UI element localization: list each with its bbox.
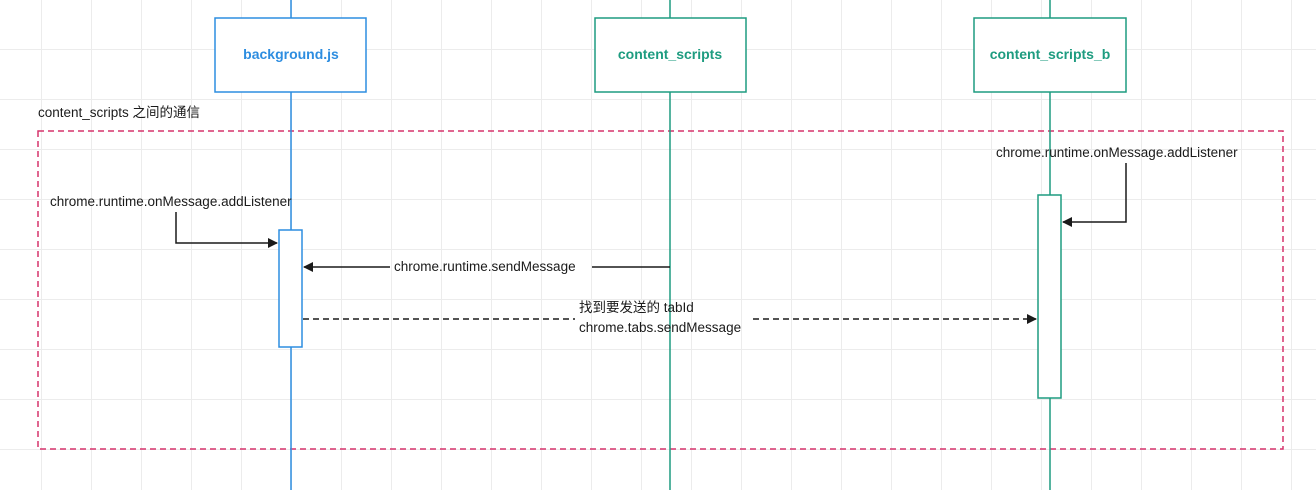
participant-background[interactable]: background.js — [214, 17, 367, 93]
participant-content-scripts[interactable]: content_scripts — [594, 17, 747, 93]
note-connector-content-b — [1062, 163, 1127, 227]
message-label-runtime-send: chrome.runtime.sendMessage — [394, 259, 576, 274]
sequence-diagram-canvas: content_scripts 之间的通信 background.js cont… — [37, 0, 1284, 490]
participant-label: content_scripts_b — [990, 46, 1111, 62]
message-label-tabs-send-line2: chrome.tabs.sendMessage — [579, 320, 741, 335]
activation-bar-content-scripts-b — [1037, 194, 1062, 399]
note-connector-background — [175, 212, 278, 248]
note-background-listener: chrome.runtime.onMessage.addListener — [50, 194, 292, 209]
participant-label: content_scripts — [618, 46, 722, 62]
group-frame-label: content_scripts 之间的通信 — [38, 105, 200, 120]
participant-label: background.js — [243, 46, 339, 62]
group-frame — [37, 130, 1284, 450]
activation-bar-background — [278, 229, 303, 348]
note-content-b-listener: chrome.runtime.onMessage.addListener — [996, 145, 1238, 160]
message-label-tabs-send-line1: 找到要发送的 tabId — [579, 300, 694, 315]
participant-content-scripts-b[interactable]: content_scripts_b — [973, 17, 1127, 93]
